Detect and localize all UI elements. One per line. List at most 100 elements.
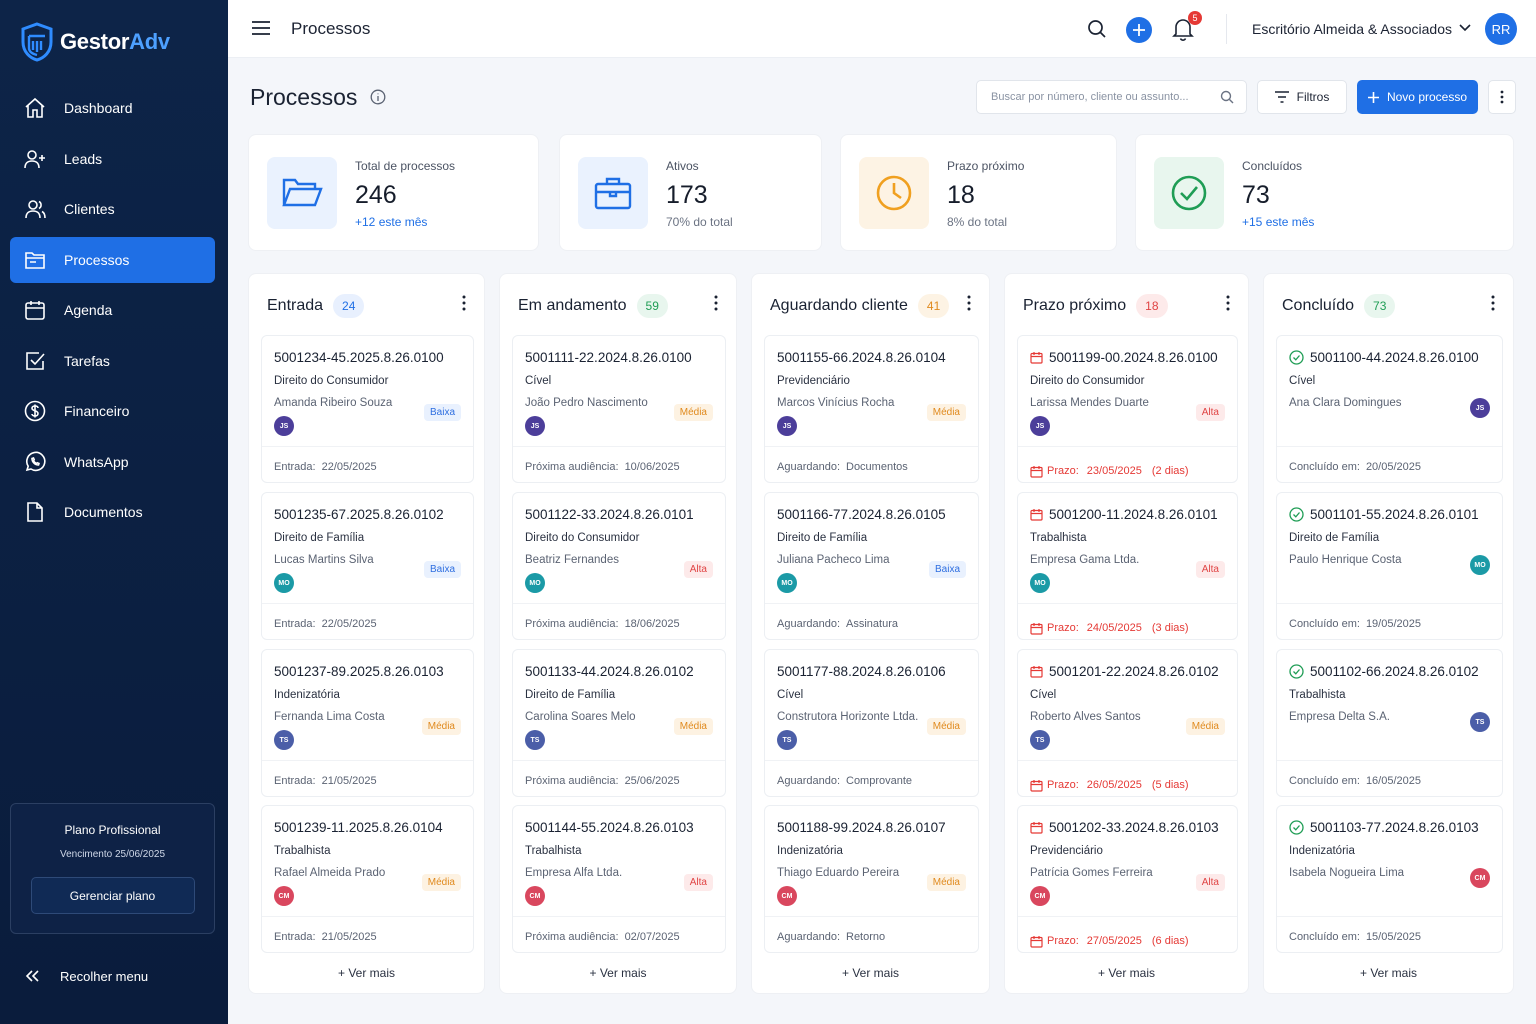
see-more-link[interactable]: + Ver mais (1264, 966, 1513, 980)
process-card[interactable]: 5001103-77.2024.8.26.0103 Indenizatória Is… (1276, 805, 1503, 953)
column-count-badge: 59 (636, 294, 668, 318)
footer-label: Aguardando: (777, 461, 840, 473)
stat-card-active: Ativos 173 70% do total (559, 134, 822, 251)
process-card[interactable]: 5001239-11.2025.8.26.0104 Trabalhista Rafa… (261, 805, 474, 953)
process-card[interactable]: 5001188-99.2024.8.26.0107 Indenizatória Th… (764, 805, 979, 953)
client-name: João Pedro Nascimento (525, 397, 648, 409)
brand-logo[interactable]: GestorAdv (20, 22, 170, 62)
quick-add-button[interactable] (1126, 17, 1152, 43)
sidebar-item-label: WhatsApp (64, 453, 129, 470)
process-card[interactable]: 5001201-22.2024.8.26.0102 Cível Roberto Al… (1017, 649, 1238, 797)
kebab-menu-icon (1500, 90, 1504, 104)
process-card[interactable]: 5001199-00.2024.8.26.0100 Direito do Cons… (1017, 335, 1238, 483)
user-avatar[interactable]: RR (1485, 13, 1517, 45)
client-name: Construtora Horizonte Ltda. (777, 711, 919, 723)
stat-value: 246 (355, 181, 397, 209)
process-number-row: 5001188-99.2024.8.26.0107 (777, 820, 946, 835)
search-placeholder: Buscar por número, cliente ou assunto... (991, 91, 1189, 103)
manage-plan-button[interactable]: Gerenciar plano (30, 877, 195, 914)
column-menu-button[interactable] (967, 295, 971, 316)
process-area: Trabalhista (1030, 532, 1087, 544)
priority-badge: Média (926, 718, 966, 735)
chevron-down-icon[interactable] (1459, 24, 1471, 32)
sidebar-item-documentos[interactable]: Documentos (10, 489, 215, 535)
footer-label: Próxima audiência: (525, 461, 619, 473)
see-more-link[interactable]: + Ver mais (500, 966, 736, 980)
sidebar-item-clientes[interactable]: Clientes (10, 186, 215, 232)
stat-label: Ativos (666, 159, 699, 173)
calendar-icon (1030, 352, 1043, 364)
search-input[interactable]: Buscar por número, cliente ou assunto... (976, 80, 1247, 114)
office-selector[interactable]: Escritório Almeida & Associados (1252, 21, 1452, 37)
collapse-menu-button[interactable]: Recolher menu (24, 968, 148, 984)
more-options-button[interactable] (1488, 80, 1516, 114)
footer-label: Prazo: (1047, 779, 1079, 791)
process-card[interactable]: 5001155-66.2024.8.26.0104 Previdenciário M… (764, 335, 979, 483)
priority-badge: Média (421, 874, 461, 891)
process-number-row: 5001144-55.2024.8.26.0103 (525, 820, 694, 835)
column-aguardando-cliente: Aguardando cliente 41 5001155-66.2024.8.26… (751, 273, 990, 994)
process-card[interactable]: 5001166-77.2024.8.26.0105 Direito de Famí… (764, 492, 979, 640)
assignee-avatar: MO (1470, 555, 1490, 575)
process-card[interactable]: 5001102-66.2024.8.26.0102 Trabalhista Empr… (1276, 649, 1503, 797)
assignee-avatar: MO (1030, 573, 1050, 593)
priority-badge: Alta (683, 561, 713, 578)
page-title: Processos (250, 84, 358, 110)
process-card[interactable]: 5001235-67.2025.8.26.0102 Direito de Famí… (261, 492, 474, 640)
column-menu-button[interactable] (1491, 295, 1495, 316)
sidebar-item-agenda[interactable]: Agenda (10, 287, 215, 333)
check-circle-icon (1171, 175, 1207, 211)
sidebar-item-tarefas[interactable]: Tarefas (10, 338, 215, 384)
footer-label: Prazo: (1047, 465, 1079, 477)
process-card[interactable]: 5001100-44.2024.8.26.0100 Cível Ana Clara … (1276, 335, 1503, 483)
process-card[interactable]: 5001101-55.2024.8.26.0101 Direito de Famí… (1276, 492, 1503, 640)
sidebar-item-whatsapp[interactable]: WhatsApp (10, 439, 215, 485)
process-card[interactable]: 5001144-55.2024.8.26.0103 Trabalhista Empr… (512, 805, 726, 953)
kebab-menu-icon (1491, 295, 1495, 311)
assignee-avatar: CM (274, 886, 294, 906)
card-footer: Próxima audiência: 18/06/2025 (513, 603, 725, 639)
sidebar-item-label: Processos (64, 251, 130, 268)
search-icon[interactable] (1087, 19, 1107, 39)
sidebar-item-label: Documentos (64, 504, 143, 520)
process-card[interactable]: 5001111-22.2024.8.26.0100 Cível João Pedro… (512, 335, 726, 483)
process-card[interactable]: 5001133-44.2024.8.26.0102 Direito de Famí… (512, 649, 726, 797)
see-more-link[interactable]: + Ver mais (1005, 966, 1248, 980)
process-number: 5001199-00.2024.8.26.0100 (1049, 350, 1218, 365)
footer-value: 18/06/2025 (624, 618, 680, 630)
priority-badge: Média (1185, 718, 1225, 735)
sidebar-item-processos[interactable]: Processos (10, 236, 215, 283)
footer-label: Prazo: (1047, 935, 1079, 947)
see-more-link[interactable]: + Ver mais (752, 966, 989, 980)
process-card[interactable]: 5001234-45.2025.8.26.0100 Direito do Cons… (261, 335, 474, 483)
process-card[interactable]: 5001122-33.2024.8.26.0101 Direito do Cons… (512, 492, 726, 640)
process-number-row: 5001237-89.2025.8.26.0103 (274, 664, 444, 679)
plus-icon (1367, 91, 1379, 103)
column-menu-button[interactable] (1226, 295, 1230, 316)
assignee-avatar: TS (274, 730, 294, 750)
client-name: Juliana Pacheco Lima (777, 554, 890, 566)
stat-sub: 70% do total (666, 215, 733, 229)
client-name: Carolina Soares Melo (525, 711, 636, 723)
see-more-link[interactable]: + Ver mais (249, 966, 484, 980)
filters-button[interactable]: Filtros (1257, 80, 1347, 114)
footer-label: Concluído em: (1289, 775, 1360, 787)
hamburger-menu-icon[interactable] (252, 20, 270, 36)
calendar-icon (25, 301, 45, 320)
new-process-button[interactable]: Novo processo (1357, 80, 1478, 114)
client-name: Beatriz Fernandes (525, 554, 619, 566)
process-number: 5001133-44.2024.8.26.0102 (525, 664, 694, 679)
stat-value: 173 (666, 181, 708, 209)
sidebar-item-dashboard[interactable]: Dashboard (10, 85, 215, 131)
info-icon[interactable] (370, 89, 386, 105)
footer-value: 02/07/2025 (624, 931, 680, 943)
sidebar-item-financeiro[interactable]: Financeiro (10, 388, 215, 434)
process-card[interactable]: 5001177-88.2024.8.26.0106 Cível Construtor… (764, 649, 979, 797)
sidebar-item-leads[interactable]: Leads (10, 136, 215, 182)
process-area: Direito de Família (525, 689, 616, 701)
process-card[interactable]: 5001202-33.2024.8.26.0103 Previdenciário P… (1017, 805, 1238, 953)
column-menu-button[interactable] (462, 295, 466, 316)
process-card[interactable]: 5001200-11.2024.8.26.0101 Trabalhista Empr… (1017, 492, 1238, 640)
process-card[interactable]: 5001237-89.2025.8.26.0103 Indenizatória Fe… (261, 649, 474, 797)
column-menu-button[interactable] (714, 295, 718, 316)
